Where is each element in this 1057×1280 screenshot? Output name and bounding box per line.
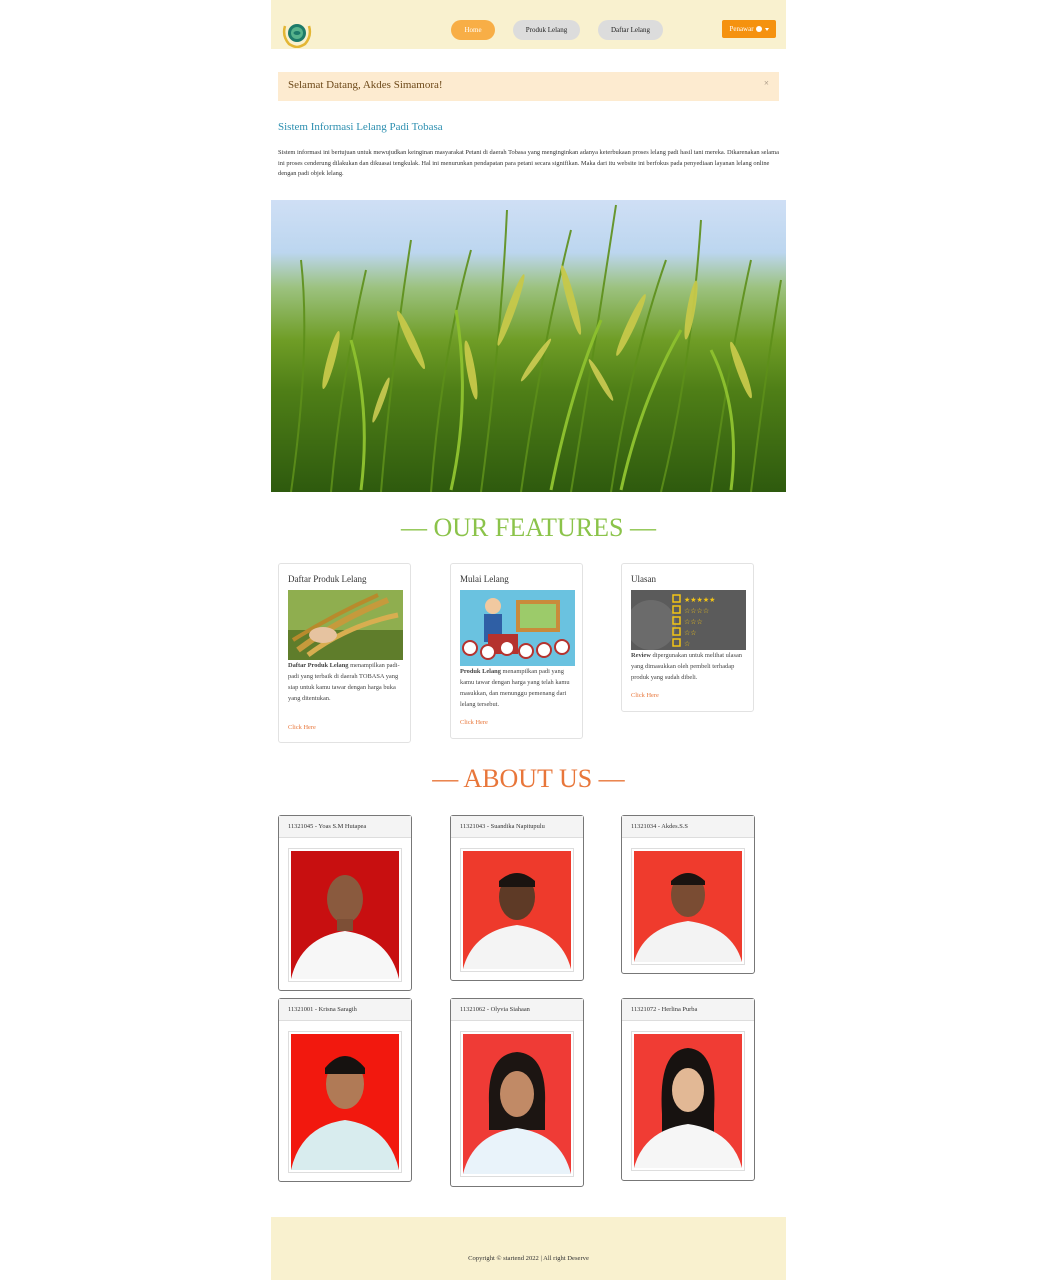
close-icon[interactable]: × [764,78,769,88]
feature-card-description: Daftar Produk Lelang menampilkan padi-pa… [288,660,406,704]
svg-text:☆☆☆: ☆☆☆ [684,618,703,626]
feature-link[interactable]: Click Here [288,724,316,731]
page: Home Produk Lelang Daftar Lelang Penawar… [271,0,786,1280]
member-photo [631,1031,745,1171]
team-member-card: 11321001 - Krisna Saragih [278,998,412,1182]
feature-card-title: Mulai Lelang [460,574,509,584]
copyright-text: Copyright © startend 2022 | All right De… [468,1255,589,1262]
hero-rice-field-image [271,200,786,492]
feature-card-daftar-produk: Daftar Produk Lelang Daftar Produk Lelan… [278,563,411,743]
user-circle-icon [755,26,762,32]
team-member-name: 11321001 - Krisna Saragih [279,999,411,1021]
team-member-name: 11321043 - Suandika Napitupulu [451,816,583,838]
member-photo [460,848,574,972]
rice-grains-image [288,590,403,660]
team-member-name: 11321062 - Olyvia Siahaan [451,999,583,1021]
feature-card-bold: Daftar Produk Lelang [288,662,349,669]
feature-card-title: Ulasan [631,574,656,584]
rice-field-illustration [290,204,782,492]
team-member-card: 11321034 - Akdes.S.S [621,815,755,974]
feature-card-description: Produk Lelang menampilkan padi yang kamu… [460,666,578,710]
feature-card-bold: Produk Lelang [460,668,501,675]
welcome-alert: Selamat Datang, Akdes Simamora! × [278,72,779,101]
svg-text:☆☆: ☆☆ [684,629,697,637]
user-menu-label: Penawar [729,25,754,33]
team-member-card: 11321072 - Herlina Purba [621,998,755,1181]
feature-card-mulai-lelang: Mulai Lelang Produk Lelang menampilkan p… [450,563,583,739]
navbar: Home Produk Lelang Daftar Lelang Penawar [271,0,786,49]
review-stars-image: ★★★★★ ☆☆☆☆ ☆☆☆ ☆☆ ☆ [631,590,746,650]
welcome-message: Selamat Datang, Akdes Simamora! [288,79,443,91]
svg-text:★★★★★: ★★★★★ [684,596,715,604]
member-photo [631,848,745,965]
team-member-card: 11321043 - Suandika Napitupulu [450,815,584,981]
team-member-name: 11321034 - Akdes.S.S [622,816,754,838]
member-photo [288,848,402,982]
nav-home-button[interactable]: Home [451,20,495,40]
team-member-card: 11321062 - Olyvia Siahaan [450,998,584,1187]
team-member-card: 11321045 - Yoas S.M Hutapea [278,815,412,991]
intro-title: Sistem Informasi Lelang Padi Tobasa [278,121,443,133]
feature-link[interactable]: Click Here [631,692,659,699]
member-photo [288,1031,402,1173]
footer: Copyright © startend 2022 | All right De… [271,1217,786,1280]
member-photo [460,1031,574,1177]
feature-card-description: Review dipergunakan untuk melihat ulasan… [631,650,749,683]
team-member-name: 11321072 - Herlina Purba [622,999,754,1021]
svg-text:☆: ☆ [684,640,690,648]
intro-text: Sistem informasi ini bertujuan untuk mew… [278,149,779,177]
user-menu-button[interactable]: Penawar [722,20,776,38]
leaf-emblem-logo[interactable] [280,18,314,48]
feature-card-title: Daftar Produk Lelang [288,574,367,584]
feature-card-bold: Review [631,652,651,659]
team-member-name: 11321045 - Yoas S.M Hutapea [279,816,411,838]
chevron-down-icon [764,27,769,31]
about-section-title: — ABOUT US — [432,764,625,793]
svg-text:☆☆☆☆: ☆☆☆☆ [684,607,709,615]
auction-illustration-image [460,590,575,666]
nav-daftar-lelang-button[interactable]: Daftar Lelang [598,20,663,40]
features-section-title: — OUR FEATURES — [401,513,656,542]
feature-link[interactable]: Click Here [460,719,488,726]
feature-card-ulasan: Ulasan ★★★★★ ☆☆☆☆ ☆☆☆ ☆☆ ☆ Review diperguna… [621,563,754,712]
nav-produk-lelang-button[interactable]: Produk Lelang [513,20,580,40]
